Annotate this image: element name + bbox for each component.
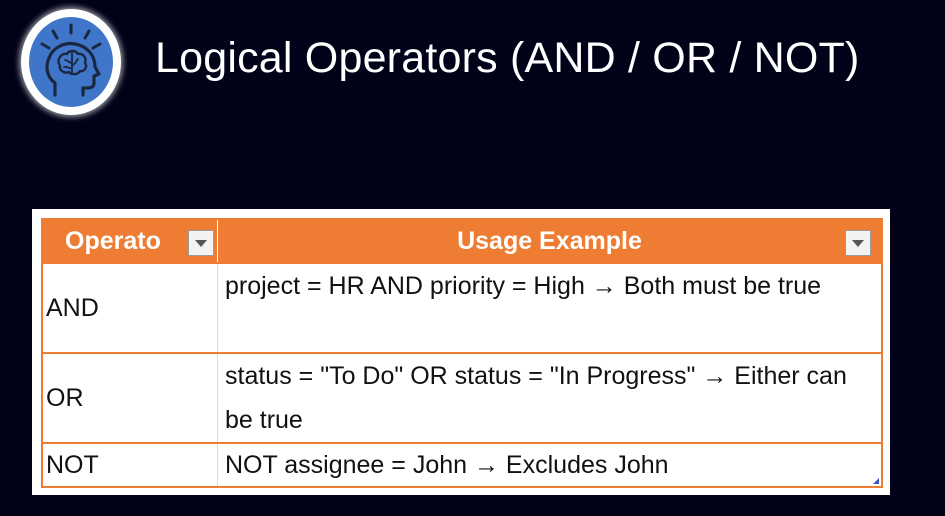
operators-table: Operato Usage Example AND project = HR A… — [41, 218, 883, 488]
column-header-label: Usage Example — [457, 227, 642, 255]
page-title: Logical Operators (AND / OR / NOT) — [155, 34, 860, 82]
table-resize-handle-icon[interactable] — [873, 478, 879, 484]
logo-badge — [29, 17, 113, 107]
brain-head-icon — [40, 23, 102, 97]
usage-cell: NOT assignee = John → Excludes John — [225, 451, 669, 479]
column-header-label: Operato — [65, 227, 161, 255]
table-header: Operato Usage Example — [43, 220, 881, 262]
table-image: Operato Usage Example AND project = HR A… — [32, 209, 890, 495]
logo — [21, 9, 121, 115]
table-row: OR status = "To Do" OR status = "In Prog… — [43, 352, 881, 442]
filter-dropdown-icon[interactable] — [845, 230, 871, 256]
filter-dropdown-icon[interactable] — [188, 230, 214, 256]
column-header-operator: Operato — [43, 220, 218, 262]
column-header-usage: Usage Example — [218, 220, 881, 262]
usage-cell: project = HR AND priority = High → Both … — [225, 272, 822, 300]
usage-cell: status = "To Do" OR status = "In Progres… — [225, 362, 847, 434]
table-row: NOT NOT assignee = John → Excludes John — [43, 442, 881, 486]
operator-cell: NOT — [43, 444, 218, 486]
operator-cell: AND — [43, 264, 218, 352]
operator-cell: OR — [43, 354, 218, 442]
table-row: AND project = HR AND priority = High → B… — [43, 262, 881, 352]
